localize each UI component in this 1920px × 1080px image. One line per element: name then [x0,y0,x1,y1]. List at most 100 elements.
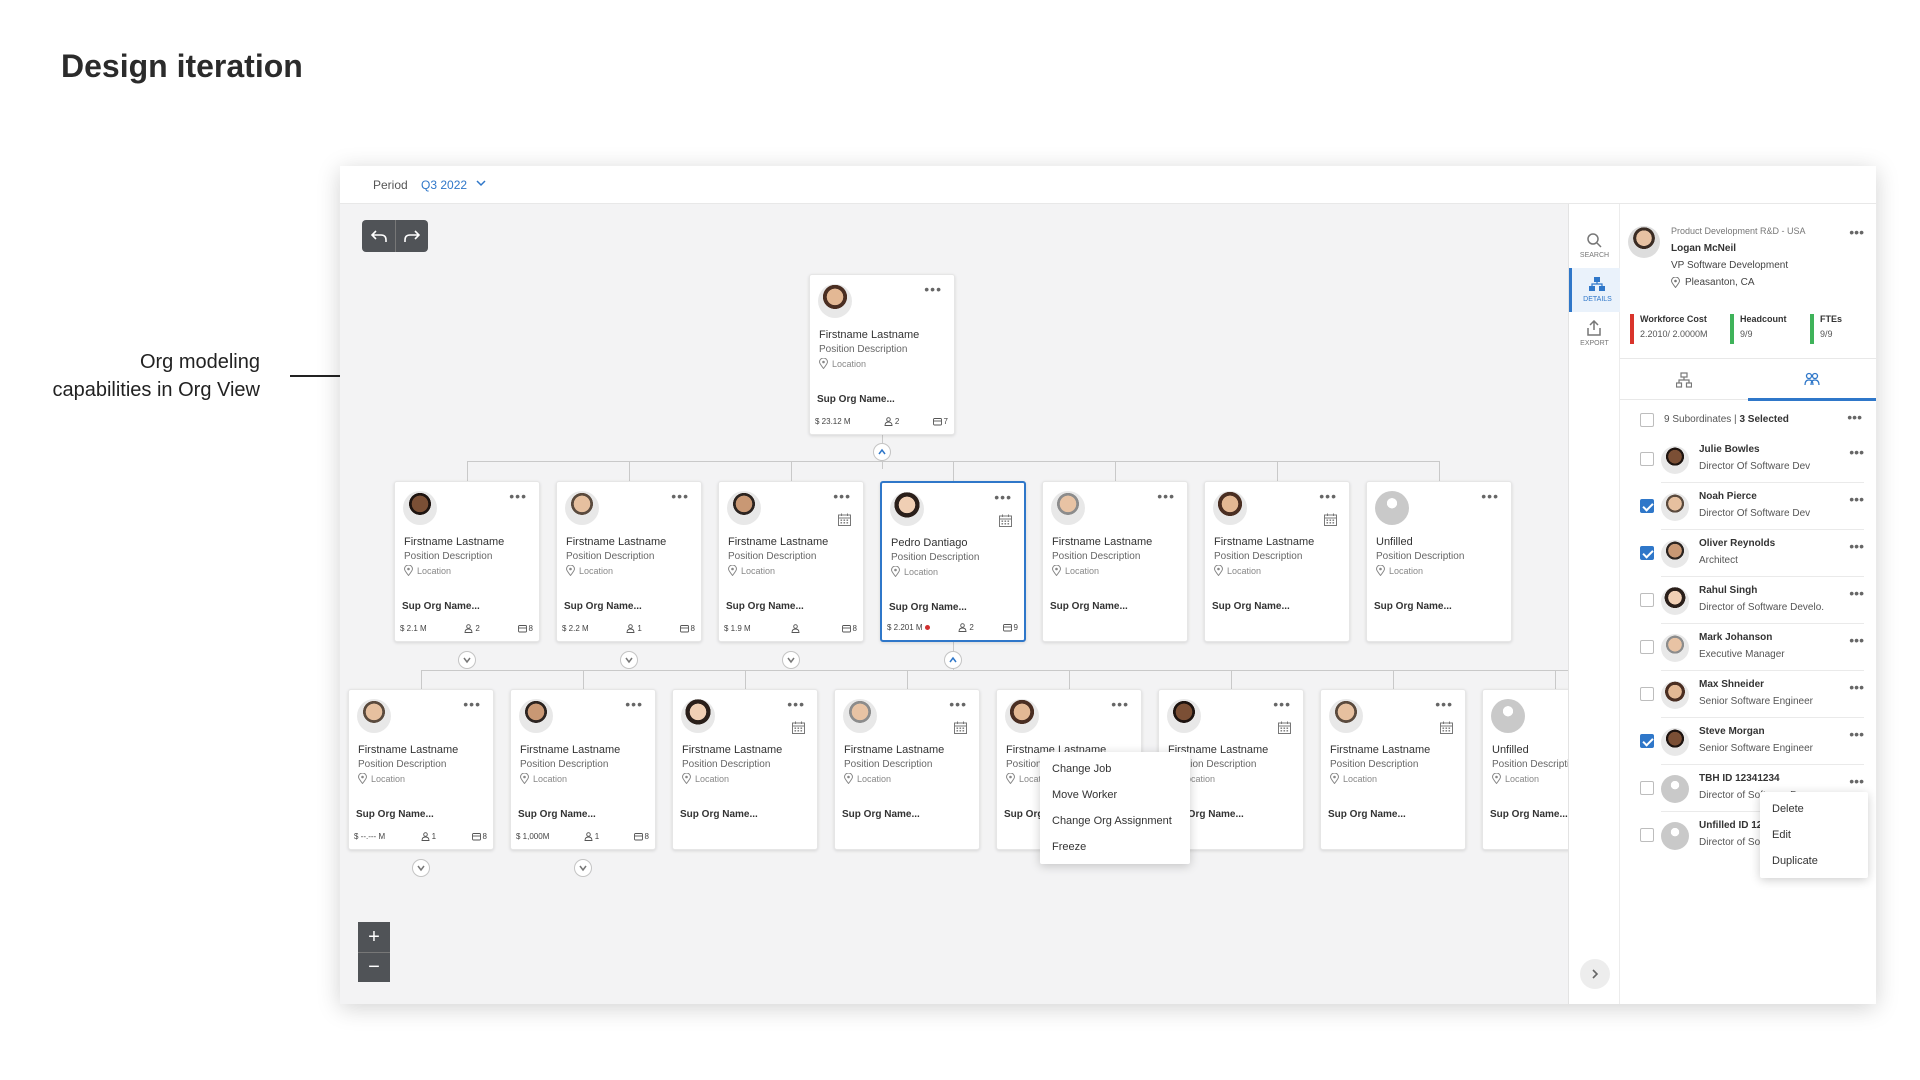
org-card[interactable]: ••• Firstname Lastname Position Descriptio… [718,481,864,642]
org-card[interactable]: ••• Firstname Lastname Position Descriptio… [394,481,540,642]
menu-item[interactable]: Duplicate [1760,848,1868,874]
undo-button[interactable] [362,220,395,252]
metric-label: Headcount [1740,314,1787,324]
more-options-icon[interactable]: ••• [1481,488,1499,504]
row-checkbox[interactable] [1640,546,1654,560]
more-options-icon[interactable]: ••• [463,696,481,712]
details-tool[interactable]: DETAILS [1569,268,1620,312]
more-options-icon[interactable]: ••• [1849,679,1864,695]
tab-org-chart[interactable] [1620,359,1748,401]
tab-subordinates[interactable] [1748,359,1876,401]
more-options-icon[interactable]: ••• [1849,632,1864,648]
org-card[interactable]: •••UnfilledPosition DescriptionLocationS… [1482,689,1568,850]
row-checkbox[interactable] [1640,452,1654,466]
expand-toggle[interactable] [412,859,430,877]
more-options-icon[interactable]: ••• [949,696,967,712]
more-options-icon[interactable]: ••• [787,696,805,712]
row-checkbox[interactable] [1640,687,1654,701]
more-options-icon[interactable]: ••• [1849,538,1864,554]
calendar-icon[interactable] [954,721,967,734]
card-position: Position Description [1492,759,1568,770]
menu-item[interactable]: Delete [1760,796,1868,822]
calendar-icon[interactable] [1278,721,1291,734]
menu-item[interactable]: Change Job [1040,756,1190,782]
more-options-icon[interactable]: ••• [924,281,942,297]
zoom-in-button[interactable]: + [358,922,390,952]
org-chart-canvas[interactable]: + − ••• Firstname Lastname Position Descri… [340,204,1568,1004]
calendar-icon[interactable] [792,721,805,734]
row-checkbox[interactable] [1640,781,1654,795]
row-checkbox[interactable] [1640,828,1654,842]
expand-toggle[interactable] [782,651,800,669]
org-card[interactable]: ••• Pedro Dantiago Position Description Loc… [880,481,1026,642]
chevron-down-icon[interactable] [475,177,487,189]
avatar [681,699,715,733]
org-card[interactable]: ••• Firstname Lastname Position Descriptio… [510,689,656,850]
collapse-toggle[interactable] [873,443,891,461]
more-options-icon[interactable]: ••• [509,488,527,504]
org-card[interactable]: ••• Firstname Lastname Position Descriptio… [834,689,980,850]
expand-toggle[interactable] [574,859,592,877]
calendar-icon[interactable] [838,513,851,526]
more-options-icon[interactable]: ••• [1847,409,1862,425]
more-options-icon[interactable]: ••• [1849,726,1864,742]
export-tool[interactable]: EXPORT [1569,312,1620,356]
list-item[interactable]: Rahul Singh Director of Software Develo. •… [1620,577,1876,624]
org-card[interactable]: ••• Firstname Lastname Position Descriptio… [1042,481,1188,642]
row-checkbox[interactable] [1640,734,1654,748]
manager-location: Pleasanton, CA [1671,277,1755,288]
more-options-icon[interactable]: ••• [1273,696,1291,712]
menu-item[interactable]: Edit [1760,822,1868,848]
more-options-icon[interactable]: ••• [671,488,689,504]
more-options-icon[interactable]: ••• [1849,773,1864,789]
row-checkbox[interactable] [1640,593,1654,607]
org-card[interactable]: ••• Firstname Lastname Position Descriptio… [348,689,494,850]
more-options-icon[interactable]: ••• [625,696,643,712]
menu-item[interactable]: Freeze [1040,834,1190,860]
more-options-icon[interactable]: ••• [1849,491,1864,507]
more-options-icon[interactable]: ••• [1849,585,1864,601]
row-checkbox[interactable] [1640,499,1654,513]
collapse-toggle[interactable] [944,651,962,669]
list-item[interactable]: Noah Pierce Director Of Software Dev ••• [1620,483,1876,530]
list-item[interactable]: Max Shneider Senior Software Engineer ••• [1620,671,1876,718]
more-options-icon[interactable]: ••• [1111,696,1129,712]
menu-item[interactable]: Move Worker [1040,782,1190,808]
more-options-icon[interactable]: ••• [1849,444,1864,460]
list-item[interactable]: Mark Johanson Executive Manager ••• [1620,624,1876,671]
expand-toggle[interactable] [620,651,638,669]
select-all-checkbox[interactable] [1640,413,1654,427]
headcount-icon [791,624,800,633]
card-location: Location [1492,773,1539,784]
list-item[interactable]: Steve Morgan Senior Software Engineer ••• [1620,718,1876,765]
more-options-icon[interactable]: ••• [1319,488,1337,504]
calendar-icon[interactable] [999,514,1012,527]
search-tool[interactable]: SEARCH [1569,224,1620,268]
org-card[interactable]: •••UnfilledPosition DescriptionLocationS… [1366,481,1512,642]
zoom-out-button[interactable]: − [358,952,390,982]
more-options-icon[interactable]: ••• [994,489,1012,505]
more-options-icon[interactable]: ••• [833,488,851,504]
calendar-icon[interactable] [1324,513,1337,526]
org-card[interactable]: ••• Firstname Lastname Position Descriptio… [672,689,818,850]
card-location-text: Location [904,566,939,577]
org-card[interactable]: ••• Firstname Lastname Position Descriptio… [809,274,955,435]
org-card[interactable]: ••• Firstname Lastname Position Descriptio… [1320,689,1466,850]
menu-item[interactable]: Change Org Assignment [1040,808,1190,834]
more-options-icon[interactable]: ••• [1157,488,1175,504]
fte-icon [633,833,643,841]
list-item[interactable]: Oliver Reynolds Architect ••• [1620,530,1876,577]
expand-toggle[interactable] [458,651,476,669]
redo-button[interactable] [395,220,428,252]
list-item[interactable]: Julie Bowles Director Of Software Dev ••• [1620,436,1876,483]
calendar-icon[interactable] [1440,721,1453,734]
org-card[interactable]: ••• Firstname Lastname Position Descriptio… [1204,481,1350,642]
more-options-icon[interactable]: ••• [1849,224,1864,240]
org-card[interactable]: ••• Firstname Lastname Position Descriptio… [556,481,702,642]
card-context-menu: Change Job Move Worker Change Org Assignme… [1040,752,1190,864]
period-select[interactable]: Q3 2022 [421,178,467,192]
more-options-icon[interactable]: ••• [1435,696,1453,712]
card-ftes-value: 8 [644,832,649,841]
row-checkbox[interactable] [1640,640,1654,654]
expand-panel-button[interactable] [1580,959,1610,989]
